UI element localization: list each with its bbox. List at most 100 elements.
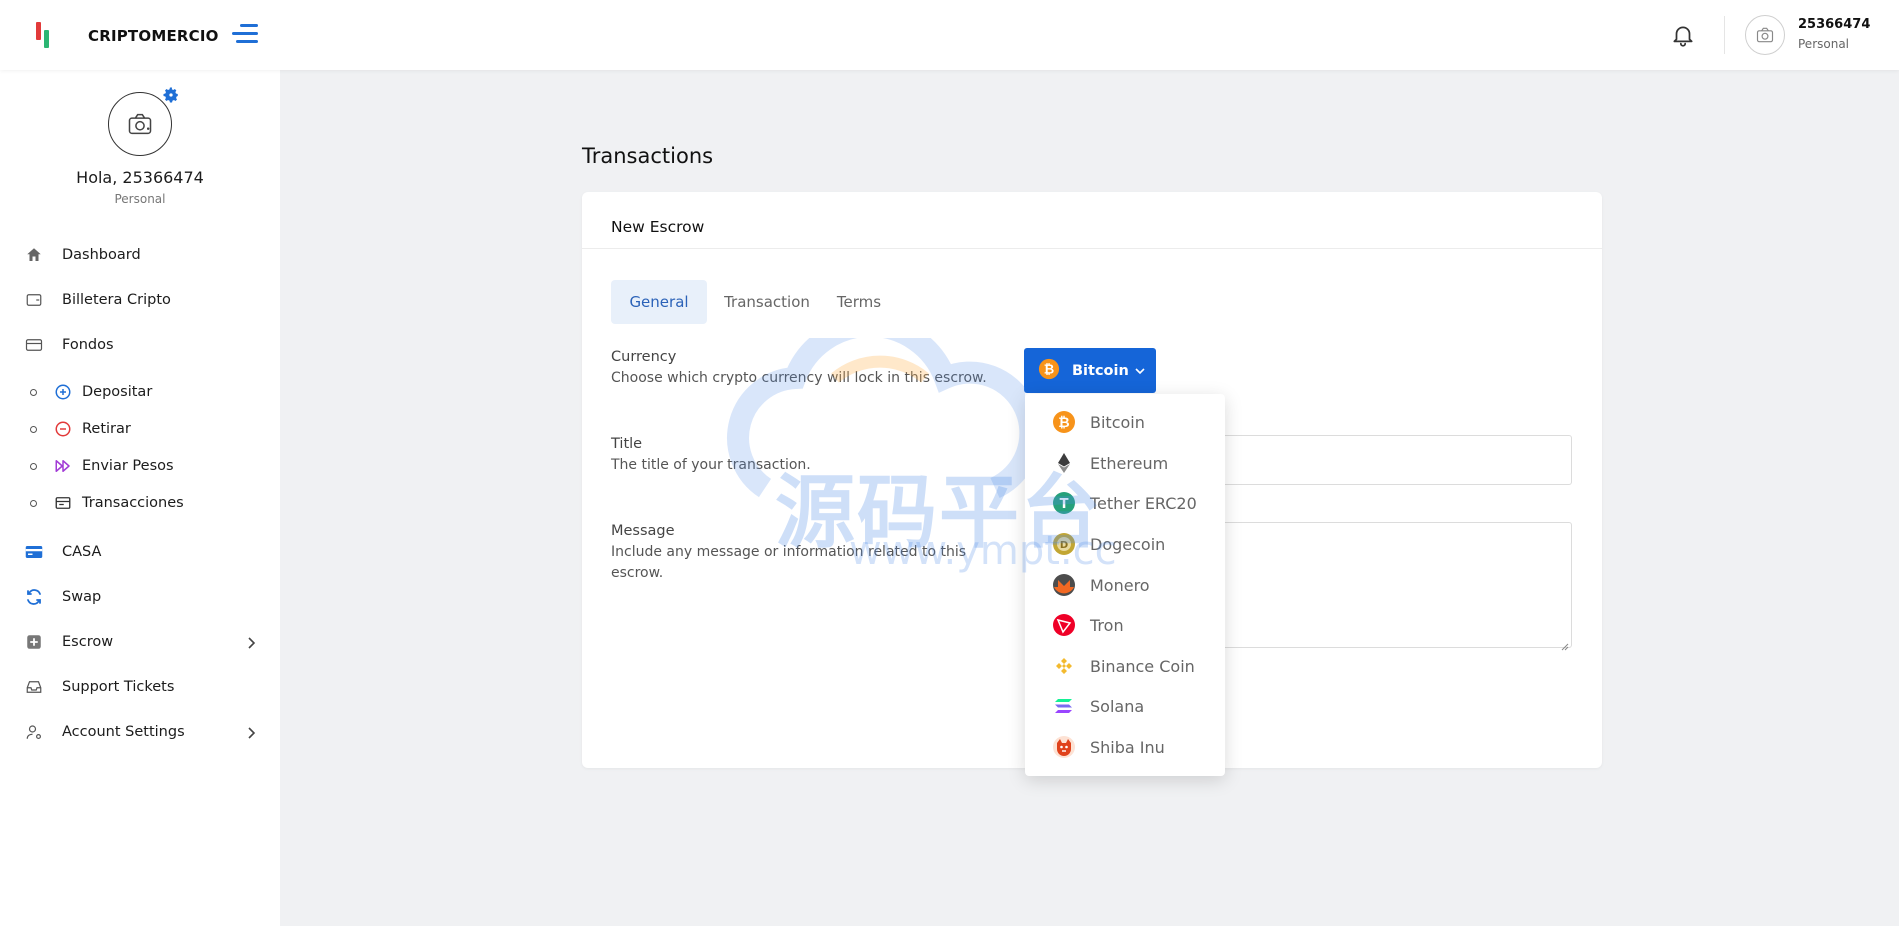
notifications-bell-icon[interactable] bbox=[1670, 23, 1696, 49]
ethereum-icon bbox=[1052, 451, 1076, 475]
menu-toggle-icon[interactable] bbox=[232, 22, 258, 46]
sidebar-subitem-label: Transacciones bbox=[82, 495, 184, 511]
top-header: CRIPTOMERCIO 25366474 Personal bbox=[0, 0, 1899, 70]
card-icon bbox=[24, 542, 44, 562]
minus-circle-icon bbox=[54, 420, 72, 438]
sidebar-item-label: Account Settings bbox=[62, 724, 185, 740]
chevron-down-icon bbox=[1135, 363, 1145, 379]
brand-logo-icon[interactable] bbox=[34, 20, 52, 50]
sidebar-item-label: Support Tickets bbox=[62, 679, 175, 695]
credit-card-icon bbox=[24, 335, 44, 355]
tab-general[interactable]: General bbox=[611, 280, 707, 324]
resize-handle-icon[interactable] bbox=[1560, 636, 1569, 651]
title-help: The title of your transaction. bbox=[611, 457, 811, 473]
bullet-dot-icon bbox=[30, 462, 37, 470]
option-label: Solana bbox=[1090, 696, 1145, 716]
sidebar-subitem-label: Depositar bbox=[82, 384, 153, 400]
currency-option-tron[interactable]: Tron bbox=[1025, 608, 1225, 642]
currency-dropdown-menu: ₿ Bitcoin Ethereum T Tether ERC20 D Doge… bbox=[1025, 394, 1225, 776]
sidebar: Hola, 25366474 Personal Dashboard Billet… bbox=[0, 70, 280, 926]
currency-label: Currency bbox=[611, 349, 677, 365]
sidebar-item-support-tickets[interactable]: Support Tickets bbox=[24, 672, 264, 702]
wallet-icon bbox=[24, 290, 44, 310]
sidebar-item-swap[interactable]: Swap bbox=[24, 582, 264, 612]
option-label: Shiba Inu bbox=[1090, 737, 1165, 757]
sidebar-item-casa[interactable]: CASA bbox=[24, 537, 264, 567]
chevron-right-icon bbox=[246, 635, 258, 654]
user-avatar[interactable] bbox=[1745, 15, 1785, 55]
header-divider bbox=[1724, 16, 1725, 54]
sidebar-item-account-settings[interactable]: Account Settings bbox=[24, 717, 264, 747]
currency-option-dogecoin[interactable]: D Dogecoin bbox=[1025, 527, 1225, 561]
currency-help: Choose which crypto currency will lock i… bbox=[611, 370, 987, 386]
tab-terms[interactable]: Terms bbox=[826, 280, 892, 324]
user-settings-icon bbox=[24, 722, 44, 742]
option-label: Bitcoin bbox=[1090, 412, 1145, 432]
bitcoin-icon: ₿ bbox=[1052, 410, 1076, 434]
chevron-right-icon bbox=[246, 725, 258, 744]
brand-name[interactable]: CRIPTOMERCIO bbox=[88, 27, 219, 45]
solana-icon bbox=[1052, 694, 1076, 718]
currency-option-solana[interactable]: Solana bbox=[1025, 689, 1225, 723]
sidebar-item-billetera[interactable]: Billetera Cripto bbox=[24, 285, 264, 315]
profile-greeting: Hola, 25366474 bbox=[76, 168, 204, 187]
svg-text:D: D bbox=[1060, 540, 1068, 551]
receipt-icon bbox=[54, 494, 72, 512]
profile-settings-gear-icon[interactable] bbox=[162, 86, 180, 104]
page-title: Transactions bbox=[582, 144, 714, 168]
sidebar-subitem-transacciones[interactable]: Transacciones bbox=[30, 490, 250, 516]
currency-option-monero[interactable]: Monero bbox=[1025, 568, 1225, 602]
currency-selected-label: Bitcoin bbox=[1072, 362, 1129, 379]
sidebar-item-label: CASA bbox=[62, 544, 102, 560]
message-textarea[interactable] bbox=[1218, 522, 1572, 651]
currency-option-ethereum[interactable]: Ethereum bbox=[1025, 446, 1225, 480]
card-divider bbox=[582, 248, 1602, 249]
sidebar-subitem-depositar[interactable]: Depositar bbox=[30, 379, 250, 405]
option-label: Dogecoin bbox=[1090, 534, 1166, 554]
bullet-dot-icon bbox=[30, 425, 37, 433]
option-label: Ethereum bbox=[1090, 453, 1169, 473]
currency-option-bitcoin[interactable]: ₿ Bitcoin bbox=[1025, 405, 1225, 439]
option-label: Binance Coin bbox=[1090, 656, 1195, 676]
currency-select-button[interactable]: ₿ Bitcoin bbox=[1024, 348, 1156, 393]
inbox-icon bbox=[24, 677, 44, 697]
title-input[interactable] bbox=[1218, 435, 1572, 485]
sidebar-item-fondos[interactable]: Fondos bbox=[24, 330, 264, 360]
plus-circle-icon bbox=[54, 383, 72, 401]
fast-forward-icon bbox=[54, 457, 72, 475]
shiba-icon bbox=[1052, 735, 1076, 759]
currency-option-tether[interactable]: T Tether ERC20 bbox=[1025, 486, 1225, 520]
profile-role: Personal bbox=[114, 192, 166, 206]
header-user-role: Personal bbox=[1798, 37, 1850, 51]
sidebar-subitem-label: Enviar Pesos bbox=[82, 458, 174, 474]
sidebar-subitem-label: Retirar bbox=[82, 421, 131, 437]
plus-square-icon bbox=[24, 632, 44, 652]
sidebar-subitem-retirar[interactable]: Retirar bbox=[30, 416, 250, 442]
svg-text:₿: ₿ bbox=[1058, 415, 1069, 431]
option-label: Tron bbox=[1090, 615, 1124, 635]
monero-icon bbox=[1052, 573, 1076, 597]
currency-option-shiba-inu[interactable]: Shiba Inu bbox=[1025, 730, 1225, 764]
svg-text:T: T bbox=[1060, 497, 1069, 512]
sidebar-subitem-enviar-pesos[interactable]: Enviar Pesos bbox=[30, 453, 250, 479]
refresh-icon bbox=[24, 587, 44, 607]
sidebar-item-dashboard[interactable]: Dashboard bbox=[24, 240, 264, 270]
tether-icon: T bbox=[1052, 491, 1076, 515]
sidebar-item-escrow[interactable]: Escrow bbox=[24, 627, 264, 657]
tab-transaction[interactable]: Transaction bbox=[714, 280, 820, 324]
option-label: Monero bbox=[1090, 575, 1150, 595]
tron-icon bbox=[1052, 613, 1076, 637]
sidebar-item-label: Fondos bbox=[62, 337, 114, 353]
sidebar-item-label: Swap bbox=[62, 589, 102, 605]
bullet-dot-icon bbox=[30, 499, 37, 507]
sidebar-item-label: Billetera Cripto bbox=[62, 292, 171, 308]
bullet-dot-icon bbox=[30, 388, 37, 396]
message-help: Include any message or information relat… bbox=[611, 544, 967, 581]
currency-option-binance[interactable]: Binance Coin bbox=[1025, 649, 1225, 683]
option-label: Tether ERC20 bbox=[1090, 493, 1197, 513]
binance-icon bbox=[1052, 654, 1076, 678]
title-label: Title bbox=[611, 436, 643, 452]
sidebar-item-label: Dashboard bbox=[62, 247, 141, 263]
bitcoin-icon: ₿ bbox=[1038, 358, 1060, 384]
header-user-name[interactable]: 25366474 bbox=[1798, 17, 1870, 32]
